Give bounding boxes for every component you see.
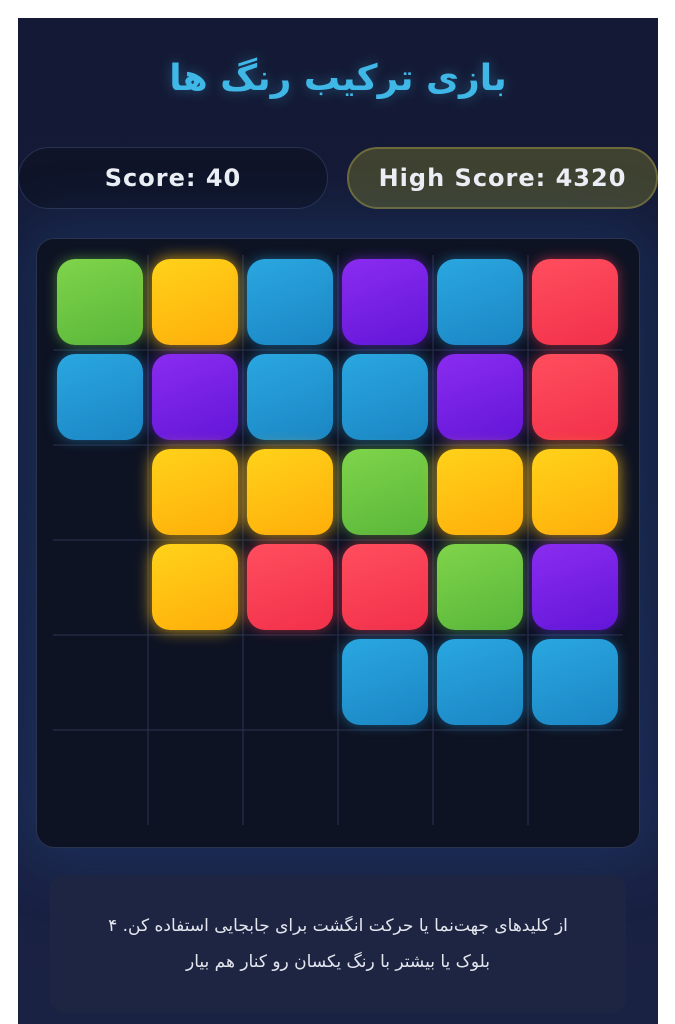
game-app: بازی ترکیب رنگ ها Score: 40 High Score: … — [18, 18, 658, 1024]
tile-red — [342, 544, 428, 630]
score-display: Score: 40 — [18, 147, 328, 209]
tile-blue — [532, 639, 618, 725]
game-board[interactable] — [36, 238, 640, 848]
tile-purple — [152, 354, 238, 440]
tile-blue — [437, 259, 523, 345]
instructions-line-1: از کلیدهای جهت‌نما یا حرکت انگشت برای جا… — [108, 916, 568, 936]
tile-yellow — [152, 449, 238, 535]
tile-blue — [57, 354, 143, 440]
tile-red — [532, 259, 618, 345]
tile-yellow — [152, 544, 238, 630]
high-score-display: High Score: 4320 — [347, 147, 658, 209]
tile-green — [342, 449, 428, 535]
instructions-panel: از کلیدهای جهت‌نما یا حرکت انگشت برای جا… — [50, 875, 626, 1013]
tile-blue — [342, 639, 428, 725]
tile-blue — [247, 259, 333, 345]
game-title: بازی ترکیب رنگ ها — [169, 58, 507, 99]
tile-yellow — [532, 449, 618, 535]
tile-red — [247, 544, 333, 630]
tile-green — [57, 259, 143, 345]
tile-purple — [532, 544, 618, 630]
tile-purple — [342, 259, 428, 345]
tile-yellow — [152, 259, 238, 345]
tile-blue — [437, 639, 523, 725]
tile-yellow — [247, 449, 333, 535]
tile-red — [532, 354, 618, 440]
tile-green — [437, 544, 523, 630]
tile-yellow — [437, 449, 523, 535]
tile-blue — [342, 354, 428, 440]
instructions-line-2: بلوک یا بیشتر با رنگ یکسان رو کنار هم بی… — [185, 952, 491, 972]
tile-purple — [437, 354, 523, 440]
tile-blue — [247, 354, 333, 440]
